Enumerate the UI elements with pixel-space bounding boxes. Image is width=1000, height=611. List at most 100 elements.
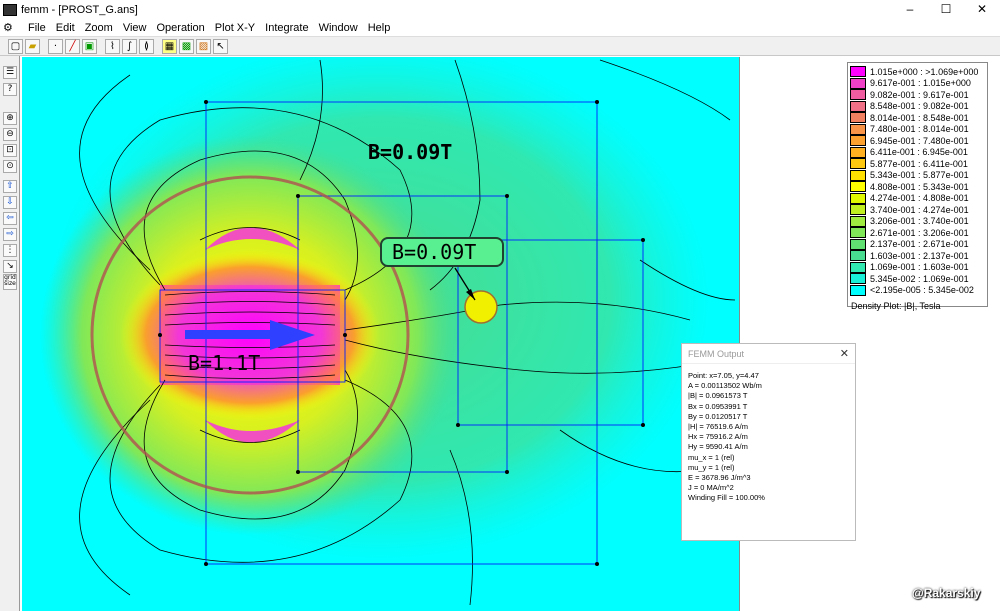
legend-swatch bbox=[850, 66, 866, 78]
zoom-window-icon[interactable]: ⊡ bbox=[3, 144, 17, 157]
legend-label: 2.137e-001 : 2.671e-001 bbox=[870, 239, 969, 250]
integrate-icon[interactable]: ∫ bbox=[122, 38, 137, 54]
legend-row: 1.015e+000 : >1.069e+000 bbox=[850, 66, 987, 78]
pan-down-icon[interactable]: ⇩ bbox=[3, 196, 17, 209]
output-close-button[interactable]: ✕ bbox=[840, 347, 849, 360]
select-arrow-icon[interactable]: ↖ bbox=[213, 38, 228, 54]
menu-help[interactable]: Help bbox=[363, 19, 396, 37]
legend-swatch bbox=[850, 261, 866, 273]
menu-bar: ⚙ File Edit Zoom View Operation Plot X-Y… bbox=[0, 19, 1000, 37]
probe-point-marker bbox=[464, 290, 498, 324]
menu-view[interactable]: View bbox=[118, 19, 152, 37]
menu-file[interactable]: File bbox=[23, 19, 51, 37]
legend-label: <2.195e-005 : 5.345e-002 bbox=[870, 285, 974, 296]
zoom-out-icon[interactable]: ⊖ bbox=[3, 128, 17, 141]
legend-swatch bbox=[850, 100, 866, 112]
legend-label: 5.343e-001 : 5.877e-001 bbox=[870, 170, 969, 181]
menu-zoom[interactable]: Zoom bbox=[80, 19, 118, 37]
output-window-title: FEMM Output bbox=[688, 348, 745, 359]
menu-integrate[interactable]: Integrate bbox=[260, 19, 313, 37]
legend-label: 4.808e-001 : 5.343e-001 bbox=[870, 181, 969, 192]
legend-row: 5.343e-001 : 5.877e-001 bbox=[850, 169, 987, 182]
legend-label: 6.945e-001 : 7.480e-001 bbox=[870, 135, 969, 146]
legend-row: 2.137e-001 : 2.671e-001 bbox=[850, 238, 987, 251]
hatch-icon[interactable]: ▨ bbox=[196, 38, 211, 54]
legend-swatch bbox=[850, 169, 866, 181]
menu-edit[interactable]: Edit bbox=[51, 19, 80, 37]
legend-label: 9.082e-001 : 9.617e-001 bbox=[870, 89, 969, 100]
legend-label: 8.548e-001 : 9.082e-001 bbox=[870, 101, 969, 112]
legend-swatch bbox=[850, 123, 866, 135]
legend-swatch bbox=[850, 227, 866, 239]
legend-row: 9.082e-001 : 9.617e-001 bbox=[850, 89, 987, 101]
menu-operation[interactable]: Operation bbox=[151, 19, 209, 37]
legend-row: 8.014e-001 : 8.548e-001 bbox=[850, 112, 987, 124]
legend-row: 1.069e-001 : 1.603e-001 bbox=[850, 261, 987, 274]
pan-up-icon[interactable]: ⇧ bbox=[3, 180, 17, 193]
pan-right-icon[interactable]: ⇨ bbox=[3, 228, 17, 241]
legend-swatch bbox=[850, 192, 866, 204]
output-line: J = 0 MA/m^2 bbox=[688, 483, 734, 493]
left-toolstrip: ☰ ? ⊕ ⊖ ⊡ ⊙ ⇧ ⇩ ⇦ ⇨ ⋮ ↘ grid size bbox=[0, 56, 20, 611]
output-line: mu_y = 1 (rel) bbox=[688, 462, 735, 472]
legend-swatch bbox=[850, 181, 866, 193]
line-mode-icon[interactable]: ╱ bbox=[65, 38, 80, 54]
legend-swatch bbox=[850, 273, 866, 285]
femm-output-window[interactable]: FEMM Output ✕ Point: x=7.05, y=4.47 A = 0… bbox=[681, 343, 856, 541]
legend-swatch bbox=[850, 112, 866, 124]
plot-xy-icon[interactable]: ⌇ bbox=[105, 38, 120, 54]
legend-swatch bbox=[850, 250, 866, 262]
legend-swatch bbox=[850, 77, 866, 89]
legend-label: 1.603e-001 : 2.137e-001 bbox=[870, 250, 969, 261]
document-system-icon[interactable]: ⚙ bbox=[3, 21, 19, 35]
legend-row: 9.617e-001 : 1.015e+000 bbox=[850, 77, 987, 90]
pan-left-icon[interactable]: ⇦ bbox=[3, 212, 17, 225]
output-window-icon[interactable]: ? bbox=[3, 83, 17, 96]
legend-label: 6.411e-001 : 6.945e-001 bbox=[870, 147, 968, 158]
legend-row: 4.808e-001 : 5.343e-001 bbox=[850, 181, 987, 193]
point-mode-icon[interactable]: · bbox=[48, 38, 63, 54]
legend-row: 6.945e-001 : 7.480e-001 bbox=[850, 135, 987, 147]
menu-plot-xy[interactable]: Plot X-Y bbox=[210, 19, 260, 37]
output-line: Winding Fill = 100.00% bbox=[688, 493, 765, 503]
new-file-icon[interactable]: ▢ bbox=[8, 38, 23, 54]
legend-row: 3.206e-001 : 3.740e-001 bbox=[850, 215, 987, 228]
output-line: Point: x=7.05, y=4.47 bbox=[688, 371, 759, 380]
legend-label: 8.014e-001 : 8.548e-001 bbox=[870, 112, 969, 123]
femm-app-icon bbox=[3, 3, 17, 16]
legend-row: 6.411e-001 : 6.945e-001 bbox=[850, 146, 987, 159]
zoom-natural-icon[interactable]: ⊙ bbox=[3, 160, 17, 173]
legend-label: 1.015e+000 : >1.069e+000 bbox=[870, 66, 979, 77]
title-bar: femm - [PROST_G.ans] – ☐ ✕ bbox=[0, 0, 1000, 19]
maximize-button[interactable]: ☐ bbox=[928, 0, 964, 19]
legend-label: 3.740e-001 : 4.274e-001 bbox=[870, 204, 969, 215]
legend-row: 8.548e-001 : 9.082e-001 bbox=[850, 100, 987, 113]
legend-label: 5.877e-001 : 6.411e-001 bbox=[870, 158, 968, 169]
legend-label: 1.069e-001 : 1.603e-001 bbox=[870, 262, 969, 273]
zoom-in-icon[interactable]: ⊕ bbox=[3, 112, 17, 125]
open-file-icon[interactable]: ▰ bbox=[25, 38, 40, 54]
grid-size-icon[interactable]: grid size bbox=[3, 274, 17, 290]
minimize-button[interactable]: – bbox=[892, 0, 928, 19]
density-plot-icon[interactable]: ▦ bbox=[162, 38, 177, 54]
legend-title: Density Plot: |B|, Tesla bbox=[851, 301, 941, 311]
output-line: |B| = 0.0961573 T bbox=[688, 391, 748, 401]
circuit-icon[interactable]: ≬ bbox=[139, 38, 154, 54]
grid-icon[interactable]: ⋮ bbox=[3, 244, 17, 257]
menu-window[interactable]: Window bbox=[314, 19, 363, 37]
edit-properties-icon[interactable]: ☰ bbox=[3, 66, 17, 79]
output-values: Point: x=7.05, y=4.47 A = 0.00113502 Wb/m… bbox=[682, 364, 855, 504]
watermark: @Rakarskiy bbox=[912, 586, 981, 600]
vector-plot-icon[interactable]: ▩ bbox=[179, 38, 194, 54]
annotation-b-gap: B=0.09T bbox=[368, 140, 452, 164]
legend-label: 7.480e-001 : 8.014e-001 bbox=[870, 124, 969, 135]
legend-swatch bbox=[850, 238, 866, 250]
output-line: By = 0.0120517 T bbox=[688, 411, 748, 421]
snap-icon[interactable]: ↘ bbox=[3, 260, 17, 273]
legend-label: 4.274e-001 : 4.808e-001 bbox=[870, 193, 969, 204]
density-legend: 1.015e+000 : >1.069e+000 9.617e-001 : 1.0… bbox=[847, 62, 988, 311]
close-button[interactable]: ✕ bbox=[964, 0, 1000, 19]
area-mode-icon[interactable]: ▣ bbox=[82, 38, 97, 54]
legend-row: 5.877e-001 : 6.411e-001 bbox=[850, 158, 987, 170]
output-line: Bx = 0.0953991 T bbox=[688, 401, 748, 411]
